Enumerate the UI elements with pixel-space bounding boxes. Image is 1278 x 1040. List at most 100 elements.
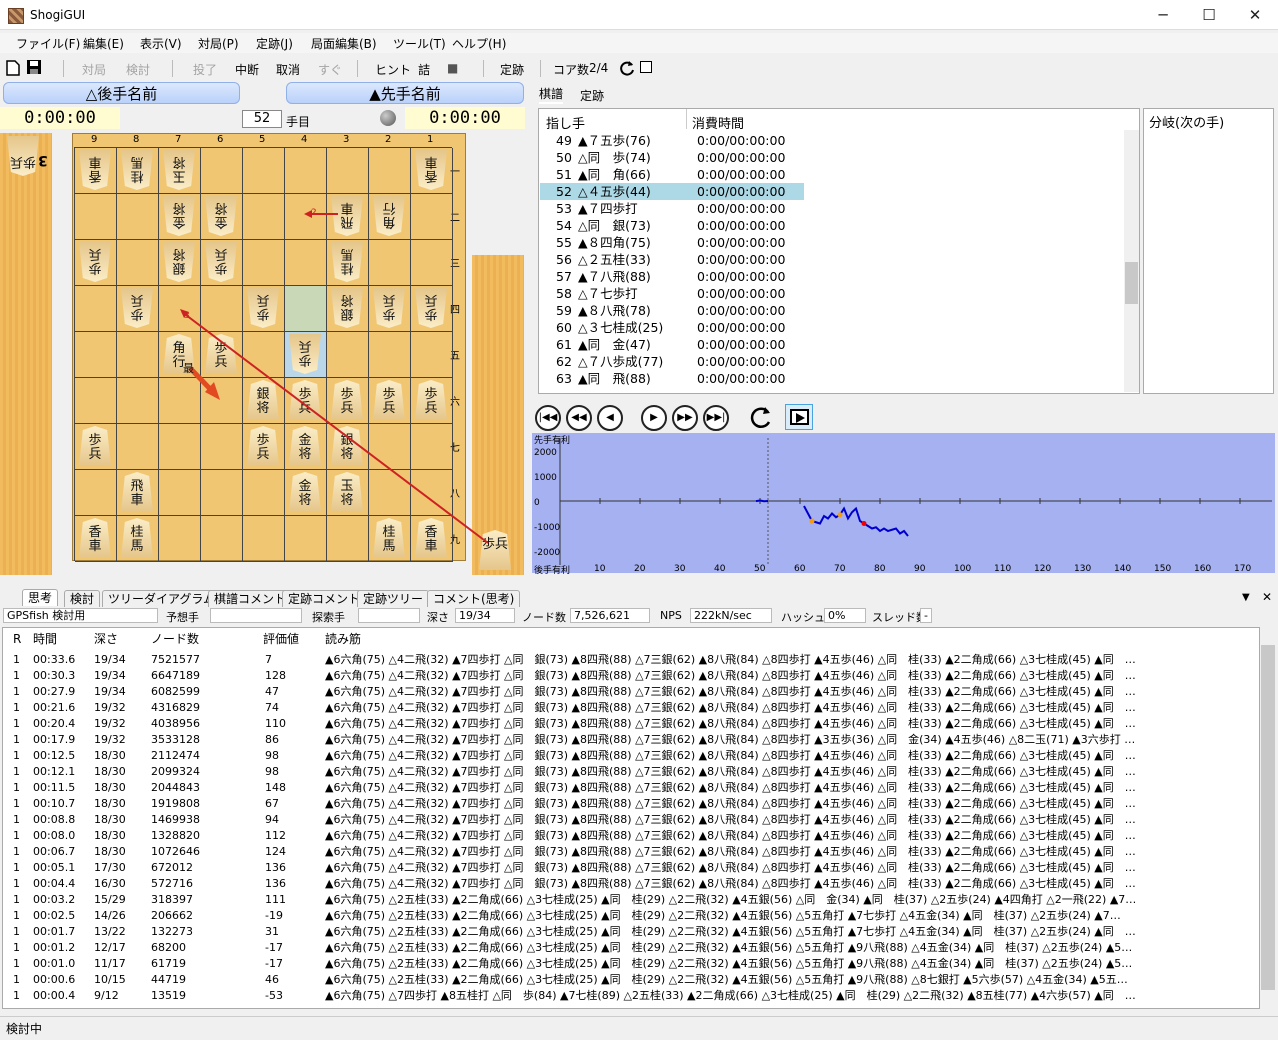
pv-row[interactable]: 1 00:00.4 9/12 13519 -53 ▲6六角(75) △7四歩打 ▲8五桂打… — [3, 988, 1203, 1004]
joseki-button[interactable]: 定跡 — [500, 61, 524, 78]
kifu-row[interactable]: 57 ▲７八飛(88) 0:00/00:00:00 — [540, 268, 804, 285]
shogi-piece[interactable]: 歩兵 — [373, 288, 405, 328]
pv-row[interactable]: 1 00:12.5 18/30 2112474 98 ▲6六角(75) △4二飛(32) … — [3, 748, 1203, 764]
shogi-piece[interactable]: 歩兵 — [373, 380, 405, 420]
torikeshi-button[interactable]: 取消 — [276, 61, 300, 78]
kifu-row[interactable]: 59 ▲８八飛(78) 0:00/00:00:00 — [540, 302, 804, 319]
shogi-piece[interactable]: 金将 — [289, 426, 321, 466]
menu-position-edit[interactable]: 局面編集(B) — [311, 35, 377, 52]
bottom-tab[interactable]: 思考 — [22, 589, 59, 606]
panel-close-icon[interactable]: ✕ — [1262, 590, 1272, 604]
pv-row[interactable]: 1 00:01.2 12/17 68200 -17 ▲6六角(75) △2五桂(33) ▲… — [3, 940, 1203, 956]
pv-row[interactable]: 1 00:12.1 18/30 2099324 98 ▲6六角(75) △4二飛(32) … — [3, 764, 1203, 780]
pv-row[interactable]: 1 00:02.5 14/26 206662 -19 ▲6六角(75) △2五桂(33) … — [3, 908, 1203, 924]
shogi-piece[interactable]: 歩兵 — [289, 380, 321, 420]
shogi-piece[interactable]: 玉将 — [331, 472, 363, 512]
pv-scrollbar-thumb[interactable] — [1261, 645, 1275, 990]
pv-row[interactable]: 1 00:33.6 19/34 7521577 7 ▲6六角(75) △4二飛(32) ▲… — [3, 652, 1203, 668]
pv-row[interactable]: 1 00:08.8 18/30 1469938 94 ▲6六角(75) △4二飛(32) … — [3, 812, 1203, 828]
shogi-piece[interactable]: 銀将 — [163, 242, 195, 282]
kifu-row[interactable]: 56 △２五桂(33) 0:00/00:00:00 — [540, 251, 804, 268]
shogi-piece[interactable]: 歩兵 — [205, 334, 237, 374]
pv-row[interactable]: 1 00:01.7 13/22 132273 31 ▲6六角(75) △2五桂(33) ▲… — [3, 924, 1203, 940]
pv-row[interactable]: 1 00:30.3 19/34 6647189 128 ▲6六角(75) △4二飛(32)… — [3, 668, 1203, 684]
shogi-piece[interactable]: 銀将 — [331, 426, 363, 466]
shogi-piece[interactable]: 飛車 — [331, 196, 363, 236]
new-file-icon[interactable] — [6, 60, 20, 76]
shogi-piece[interactable]: 歩兵 — [331, 380, 363, 420]
shogi-piece[interactable]: 香車 — [415, 150, 447, 190]
prev-10-icon[interactable]: ◀◀ — [566, 405, 592, 431]
stop-icon[interactable]: ■ — [447, 61, 458, 75]
shogi-piece[interactable]: 歩兵 — [247, 426, 279, 466]
sente-hand-piece[interactable]: 歩兵 — [479, 530, 511, 570]
pv-row[interactable]: 1 00:08.0 18/30 1328820 112 ▲6六角(75) △4二飛(32)… — [3, 828, 1203, 844]
kifu-row[interactable]: 55 ▲８四角(75) 0:00/00:00:00 — [540, 234, 804, 251]
kifu-row[interactable]: 51 ▲同 角(66) 0:00/00:00:00 — [540, 166, 804, 183]
pv-row[interactable]: 1 00:01.0 11/17 61719 -17 ▲6六角(75) △2五桂(33) ▲… — [3, 956, 1203, 972]
shogi-piece[interactable]: 角行 — [373, 196, 405, 236]
taikyoku-button[interactable]: 対局 — [82, 61, 106, 78]
bottom-tab[interactable]: ツリーダイアグラム — [102, 590, 222, 607]
shogi-piece[interactable]: 歩兵 — [205, 242, 237, 282]
first-move-icon[interactable]: |◀◀ — [535, 405, 561, 431]
menu-view[interactable]: 表示(V) — [140, 35, 182, 52]
bottom-tab[interactable]: コメント(思考) — [427, 590, 521, 607]
menu-game[interactable]: 対局(P) — [198, 35, 239, 52]
toryo-button[interactable]: 投了 — [193, 61, 217, 78]
maximize-button[interactable]: ☐ — [1186, 0, 1232, 30]
bottom-tab[interactable]: 定跡ツリー — [357, 590, 430, 607]
pv-row[interactable]: 1 00:00.6 10/15 44719 46 ▲6六角(75) △2五桂(33) ▲2… — [3, 972, 1203, 988]
kifu-row[interactable]: 50 △同 歩(74) 0:00/00:00:00 — [540, 149, 804, 166]
shogi-piece[interactable]: 香車 — [415, 518, 447, 558]
shogi-piece[interactable]: 歩兵 — [415, 288, 447, 328]
rotate-board-icon[interactable] — [748, 404, 774, 432]
pv-row[interactable]: 1 00:27.9 19/34 6082599 47 ▲6六角(75) △4二飛(32) … — [3, 684, 1203, 700]
menu-tools[interactable]: ツール(T) — [393, 35, 446, 52]
tab-joseki[interactable]: 定跡 — [580, 87, 604, 104]
auto-play-button[interactable] — [785, 404, 813, 430]
move-number-box[interactable]: 52 — [242, 110, 282, 128]
shogi-piece[interactable]: 歩兵 — [79, 242, 111, 282]
kifu-row[interactable]: 60 △３七桂成(25) 0:00/00:00:00 — [540, 319, 804, 336]
pv-row[interactable]: 1 00:04.4 16/30 572716 136 ▲6六角(75) △4二飛(32) … — [3, 876, 1203, 892]
kifu-row[interactable]: 53 ▲７四歩打 0:00/00:00:00 — [540, 200, 804, 217]
shogi-piece[interactable]: 歩兵 — [247, 288, 279, 328]
pv-row[interactable]: 1 00:20.4 19/32 4038956 110 ▲6六角(75) △4二飛(32)… — [3, 716, 1203, 732]
bottom-tab[interactable]: 検討 — [64, 590, 101, 607]
kifu-row[interactable]: 61 ▲同 金(47) 0:00/00:00:00 — [540, 336, 804, 353]
last-move-icon[interactable]: ▶▶| — [703, 405, 729, 431]
menu-help[interactable]: ヘルプ(H) — [452, 35, 506, 52]
sugu-button[interactable]: すぐ — [318, 61, 342, 78]
next-10-icon[interactable]: ▶▶ — [672, 405, 698, 431]
save-icon[interactable] — [26, 59, 42, 75]
menu-joseki[interactable]: 定跡(J) — [256, 35, 293, 52]
close-button[interactable]: ✕ — [1232, 0, 1278, 30]
menu-edit[interactable]: 編集(E) — [83, 35, 124, 52]
pv-row[interactable]: 1 00:10.7 18/30 1919808 67 ▲6六角(75) △4二飛(32) … — [3, 796, 1203, 812]
shogi-piece[interactable]: 銀将 — [247, 380, 279, 420]
shogi-piece[interactable]: 飛車 — [121, 472, 153, 512]
chudan-button[interactable]: 中断 — [235, 61, 259, 78]
shogi-piece[interactable]: 香車 — [79, 518, 111, 558]
shogi-piece[interactable]: 金将 — [289, 472, 321, 512]
minimize-button[interactable]: ─ — [1140, 0, 1186, 30]
kifu-row[interactable]: 62 △７八歩成(77) 0:00/00:00:00 — [540, 353, 804, 370]
kifu-row[interactable]: 52 △４五歩(44) 0:00/00:00:00 — [540, 183, 804, 200]
pv-row[interactable]: 1 00:11.5 18/30 2044843 148 ▲6六角(75) △4二飛(32)… — [3, 780, 1203, 796]
kifu-row[interactable]: 58 △７七歩打 0:00/00:00:00 — [540, 285, 804, 302]
shogi-piece[interactable]: 歩兵 — [415, 380, 447, 420]
shogi-piece[interactable]: 桂馬 — [373, 518, 405, 558]
tsume-button[interactable]: 詰 — [418, 61, 430, 78]
kifu-scrollbar-thumb[interactable] — [1125, 262, 1138, 304]
kento-button[interactable]: 検討 — [126, 61, 150, 78]
pv-row[interactable]: 1 00:03.2 15/29 318397 111 ▲6六角(75) △2五桂(33) … — [3, 892, 1203, 908]
refresh-icon[interactable] — [618, 59, 636, 77]
shogi-piece[interactable]: 歩兵 — [289, 334, 321, 374]
kifu-row[interactable]: 49 ▲７五歩(76) 0:00/00:00:00 — [540, 132, 804, 149]
shogi-piece[interactable]: 香車 — [79, 150, 111, 190]
shogi-piece[interactable]: 金将 — [163, 196, 195, 236]
shogi-piece[interactable]: 歩兵 — [79, 426, 111, 466]
bottom-tab[interactable]: 定跡コメント — [282, 590, 367, 607]
menu-file[interactable]: ファイル(F) — [16, 35, 80, 52]
